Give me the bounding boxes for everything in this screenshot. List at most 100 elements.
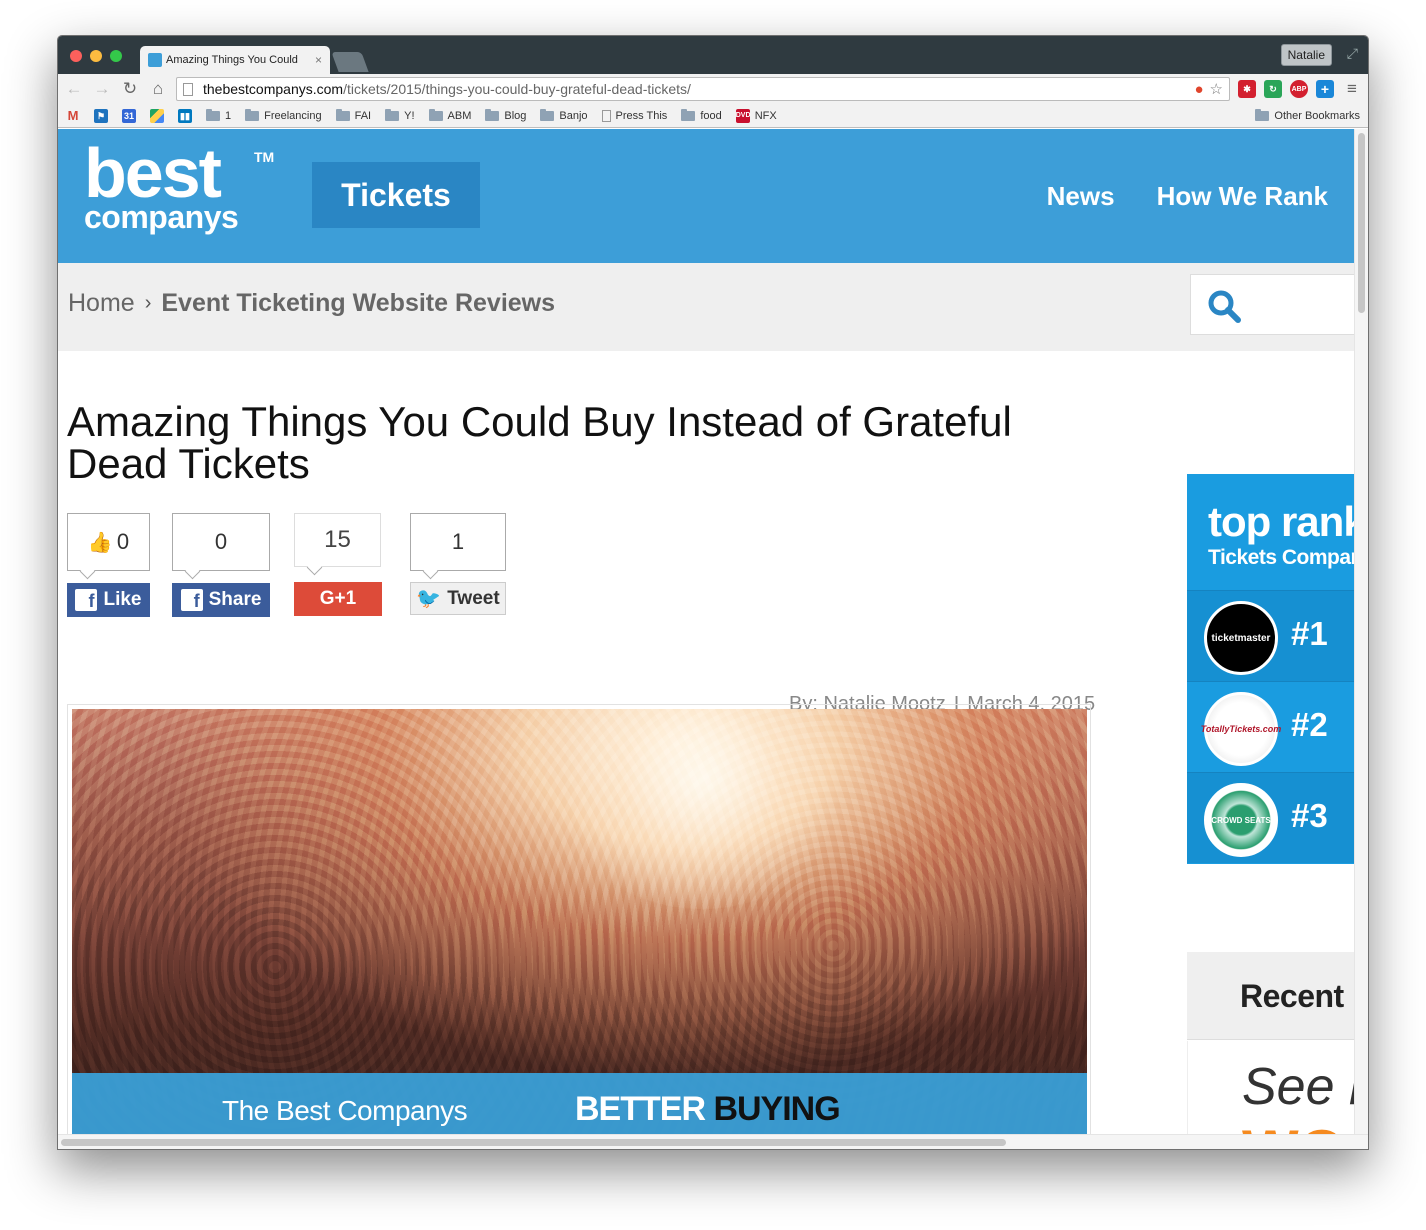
search-input[interactable] [1190, 274, 1356, 335]
menu-icon[interactable]: ≡ [1342, 79, 1362, 99]
gplus-count-box: 15 [294, 513, 381, 567]
top-rank-panel: top rank Tickets Compan ticketmaster #1 … [1187, 474, 1356, 864]
site-header: best companys TM Tickets News How We Ran… [58, 129, 1356, 263]
folder-icon [485, 108, 500, 121]
home-icon[interactable]: ⌂ [148, 79, 168, 99]
recent-title: Recent [1240, 978, 1344, 1014]
url-path: /tickets/2015/things-you-could-buy-grate… [343, 81, 691, 97]
bookmark-folder[interactable]: FAI [335, 108, 371, 122]
tickets-category-button[interactable]: Tickets [312, 162, 480, 228]
bookmarks-bar: M ⚑ 31 ▮▮ 1 Freelancing FAI Y! ABM Blog … [58, 104, 1368, 128]
twitter-bird-icon: 🐦 [416, 588, 442, 610]
adblock-plus-icon[interactable]: ABP [1290, 80, 1308, 98]
breadcrumb-separator-icon: › [144, 292, 152, 314]
title-bar: Amazing Things You Could × Natalie ⤢ [58, 36, 1368, 74]
hero-brand-text: The Best Companys [222, 1095, 468, 1126]
like-count-box: 👍 0 [67, 513, 150, 571]
extension-plus-icon[interactable]: + [1316, 80, 1334, 98]
bookmark-folder[interactable]: food [681, 108, 722, 122]
extension-refresh-icon[interactable]: ↻ [1264, 80, 1282, 98]
bookmark-folder[interactable]: Y! [385, 108, 415, 122]
facebook-like-button[interactable]: f Like [67, 583, 150, 617]
forward-icon[interactable]: → [92, 79, 112, 99]
bookmark-folder[interactable]: 1 [206, 108, 231, 122]
crowdseats-logo: CROWD SEATS [1204, 783, 1278, 857]
google-plus-button[interactable]: G+1 [294, 582, 382, 616]
browser-toolbar: ← → ↻ ⌂ thebestcompanys.com/tickets/2015… [58, 74, 1368, 104]
rank-row-3[interactable]: CROWD SEATS #3 [1187, 772, 1356, 863]
folder-icon [385, 108, 400, 121]
google-drive-icon[interactable] [150, 108, 164, 123]
facebook-icon: f [180, 589, 203, 611]
hero-tagline: BETTER BUYING [575, 1090, 841, 1128]
sidebar-promo[interactable]: See h WO [1187, 1041, 1356, 1136]
recent-section-header: Recent [1187, 952, 1356, 1040]
bookmark-folder[interactable]: Blog [485, 108, 526, 122]
bookmark-page[interactable]: Press This [601, 109, 667, 122]
ticketmaster-logo: ticketmaster [1204, 601, 1278, 675]
page-icon [183, 82, 193, 96]
logo-trademark: TM [254, 149, 275, 165]
horizontal-scroll-thumb[interactable] [61, 1139, 1006, 1146]
breadcrumb-home[interactable]: Home [68, 289, 135, 318]
tab-title: Amazing Things You Could [166, 54, 298, 66]
bookmark-folder[interactable]: Freelancing [245, 108, 322, 122]
dvd-icon: DVD [735, 108, 751, 123]
rank-row-2[interactable]: TotallyTickets.com #2 [1187, 681, 1356, 772]
profile-button[interactable]: Natalie [1280, 44, 1332, 66]
folder-icon [1255, 108, 1270, 121]
folder-icon [335, 108, 350, 121]
back-icon[interactable]: ← [64, 79, 84, 99]
facebook-icon: f [75, 589, 98, 611]
reload-icon[interactable]: ↻ [120, 79, 140, 99]
tweet-count: 1 [451, 529, 465, 554]
bookmark-star-icon[interactable]: ☆ [1210, 80, 1223, 98]
site-favicon-icon [148, 53, 162, 67]
extension-asterisk-icon[interactable]: ✱ [1238, 80, 1256, 98]
vertical-scrollbar[interactable] [1354, 129, 1368, 1136]
totallytickets-logo: TotallyTickets.com [1201, 692, 1281, 766]
rank-number: #3 [1291, 797, 1328, 834]
nav-how-we-rank[interactable]: How We Rank [1157, 181, 1328, 212]
facebook-share-button[interactable]: f Share [172, 583, 270, 617]
bookmark-folder[interactable]: ABM [428, 108, 471, 122]
page-icon [601, 109, 611, 122]
zoom-window-button[interactable] [110, 50, 122, 62]
vertical-scroll-thumb[interactable] [1358, 133, 1365, 313]
close-window-button[interactable] [70, 50, 82, 62]
tab-close-icon[interactable]: × [315, 53, 322, 67]
trello-icon[interactable]: ▮▮ [178, 108, 192, 123]
fullscreen-icon[interactable]: ⤢ [1347, 45, 1358, 62]
other-bookmarks[interactable]: Other Bookmarks [1255, 108, 1360, 122]
like-count: 0 [116, 529, 130, 554]
calendar-icon[interactable]: 31 [122, 108, 136, 123]
extension-red-icon[interactable]: ● [1194, 81, 1203, 98]
address-bar[interactable]: thebestcompanys.com/tickets/2015/things-… [176, 77, 1230, 101]
horizontal-scrollbar[interactable] [58, 1134, 1368, 1149]
new-tab-button[interactable] [331, 52, 369, 72]
top-rank-title: top rank [1208, 498, 1356, 545]
bookmark-link[interactable]: DVD NFX [735, 108, 777, 123]
bookmark-folder[interactable]: Banjo [540, 108, 588, 122]
window-controls [70, 50, 122, 62]
search-icon [1208, 290, 1241, 323]
gplus-count: 15 [324, 526, 351, 553]
rank-row-1[interactable]: ticketmaster #1 [1187, 590, 1356, 681]
breadcrumb-current[interactable]: Event Ticketing Website Reviews [161, 289, 555, 318]
minimize-window-button[interactable] [90, 50, 102, 62]
browser-window: Amazing Things You Could × Natalie ⤢ ← →… [57, 35, 1369, 1150]
promo-line-1: See h [1242, 1058, 1356, 1116]
bookmark-app-icon[interactable]: ⚑ [94, 108, 108, 123]
browser-tab-active[interactable]: Amazing Things You Could × [140, 46, 330, 74]
nav-news[interactable]: News [1047, 181, 1115, 212]
top-rank-header: top rank Tickets Compan [1187, 474, 1356, 590]
hero-banner: The Best Companys BETTER BUYING [72, 1073, 1087, 1136]
site-logo[interactable]: best companys TM [84, 138, 274, 233]
gmail-icon[interactable]: M [66, 108, 80, 123]
tweet-button[interactable]: 🐦 Tweet [410, 582, 506, 615]
breadcrumb-bar: Home › Event Ticketing Website Reviews [58, 263, 1356, 351]
hero-image-concert-crowd: The Best Companys BETTER BUYING [72, 709, 1087, 1136]
folder-icon [245, 108, 260, 121]
rank-number: #1 [1291, 615, 1328, 652]
folder-icon [428, 108, 443, 121]
